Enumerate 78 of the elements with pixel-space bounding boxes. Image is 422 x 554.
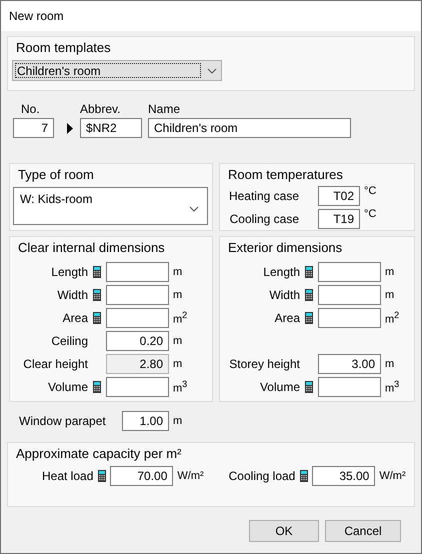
- field-label: Area: [274, 311, 300, 325]
- unit-label: m: [172, 335, 184, 347]
- text-field[interactable]: $NR2: [80, 118, 142, 138]
- unit-label: m$^{3}$: [384, 379, 400, 395]
- field-label: Abbrev.: [80, 102, 122, 118]
- text-field[interactable]: T02: [318, 186, 360, 206]
- unit-label: m$^{3}$: [172, 379, 188, 395]
- number-field[interactable]: [318, 377, 381, 397]
- field-label: Cooling load: [228, 469, 296, 483]
- room-type-dropdown[interactable]: W: Kids-room: [13, 187, 208, 225]
- panel-title: Room temperatures: [227, 167, 343, 183]
- field-label: Area: [62, 311, 88, 325]
- chevron-down-icon: [207, 68, 217, 74]
- unit-label: W/m²: [378, 470, 406, 482]
- field-label: Cooling case: [228, 212, 299, 226]
- field-label: Volume: [258, 380, 300, 394]
- number-field[interactable]: 70.00: [110, 466, 174, 486]
- unit-label: °C: [364, 208, 376, 220]
- unit-label: m$^{2}$: [384, 310, 400, 326]
- field-label: Name: [148, 102, 182, 118]
- number-field[interactable]: [318, 308, 381, 328]
- dialog-button[interactable]: Cancel: [325, 520, 401, 542]
- calculator-icon[interactable]: [93, 289, 101, 301]
- field-label: Length: [262, 265, 300, 279]
- calculator-icon[interactable]: [93, 312, 101, 324]
- calculator-icon[interactable]: [305, 312, 313, 324]
- number-field[interactable]: [106, 285, 169, 305]
- number-field[interactable]: [106, 262, 169, 282]
- number-field[interactable]: [318, 285, 381, 305]
- field-label: Volume: [46, 380, 88, 394]
- field-label: Window parapet: [19, 414, 107, 428]
- unit-label: m$^{2}$: [172, 310, 188, 326]
- calculator-icon[interactable]: [305, 266, 313, 278]
- field-label: Heating case: [228, 188, 299, 202]
- window-title: New room: [9, 9, 64, 23]
- unit-label: m: [384, 358, 396, 370]
- panel-title: Type of room: [17, 167, 94, 183]
- number-field[interactable]: 0.20: [106, 331, 169, 351]
- text-field[interactable]: 7: [13, 118, 54, 138]
- calculator-icon[interactable]: [305, 289, 313, 301]
- field-label: Clear height: [22, 357, 88, 371]
- dialog-button[interactable]: OK: [249, 520, 319, 542]
- field-label: Storey height: [228, 357, 300, 371]
- calculator-icon[interactable]: [300, 470, 308, 482]
- field-label: No.: [20, 102, 41, 118]
- panel-title: Room templates: [15, 40, 111, 56]
- text-field[interactable]: T19: [318, 208, 360, 228]
- number-field[interactable]: [106, 377, 169, 397]
- number-field[interactable]: [106, 308, 169, 328]
- template-dropdown[interactable]: Children's room: [12, 60, 222, 81]
- unit-label: W/m²: [176, 470, 204, 482]
- text-field[interactable]: Children's room: [148, 118, 351, 138]
- chevron-down-icon: [189, 206, 199, 212]
- calculator-icon[interactable]: [98, 470, 106, 482]
- unit-label: m: [172, 266, 184, 278]
- panel-title: Approximate capacity per m²: [15, 446, 182, 462]
- unit-label: m: [172, 358, 184, 370]
- number-field[interactable]: [318, 262, 381, 282]
- unit-label: °C: [364, 185, 376, 197]
- number-field[interactable]: 35.00: [312, 466, 376, 486]
- field-label: Width: [56, 288, 88, 302]
- panel-title: Exterior dimensions: [227, 240, 342, 256]
- unit-label: m: [172, 415, 182, 427]
- number-field[interactable]: 3.00: [318, 354, 381, 374]
- calculator-icon[interactable]: [93, 266, 101, 278]
- field-label: Ceiling: [50, 334, 88, 348]
- calculator-icon[interactable]: [305, 381, 313, 393]
- unit-label: m: [384, 289, 396, 301]
- unit-label: m: [384, 266, 396, 278]
- pointer-triangle-icon: [67, 122, 73, 134]
- field-label: Length: [50, 265, 88, 279]
- field-label: Width: [268, 288, 300, 302]
- field-label: Heat load: [42, 469, 94, 483]
- panel-title: Clear internal dimensions: [17, 240, 165, 256]
- number-field[interactable]: 2.80: [106, 354, 169, 374]
- calculator-icon[interactable]: [93, 381, 101, 393]
- number-field[interactable]: 1.00: [122, 411, 169, 431]
- unit-label: m: [172, 289, 184, 301]
